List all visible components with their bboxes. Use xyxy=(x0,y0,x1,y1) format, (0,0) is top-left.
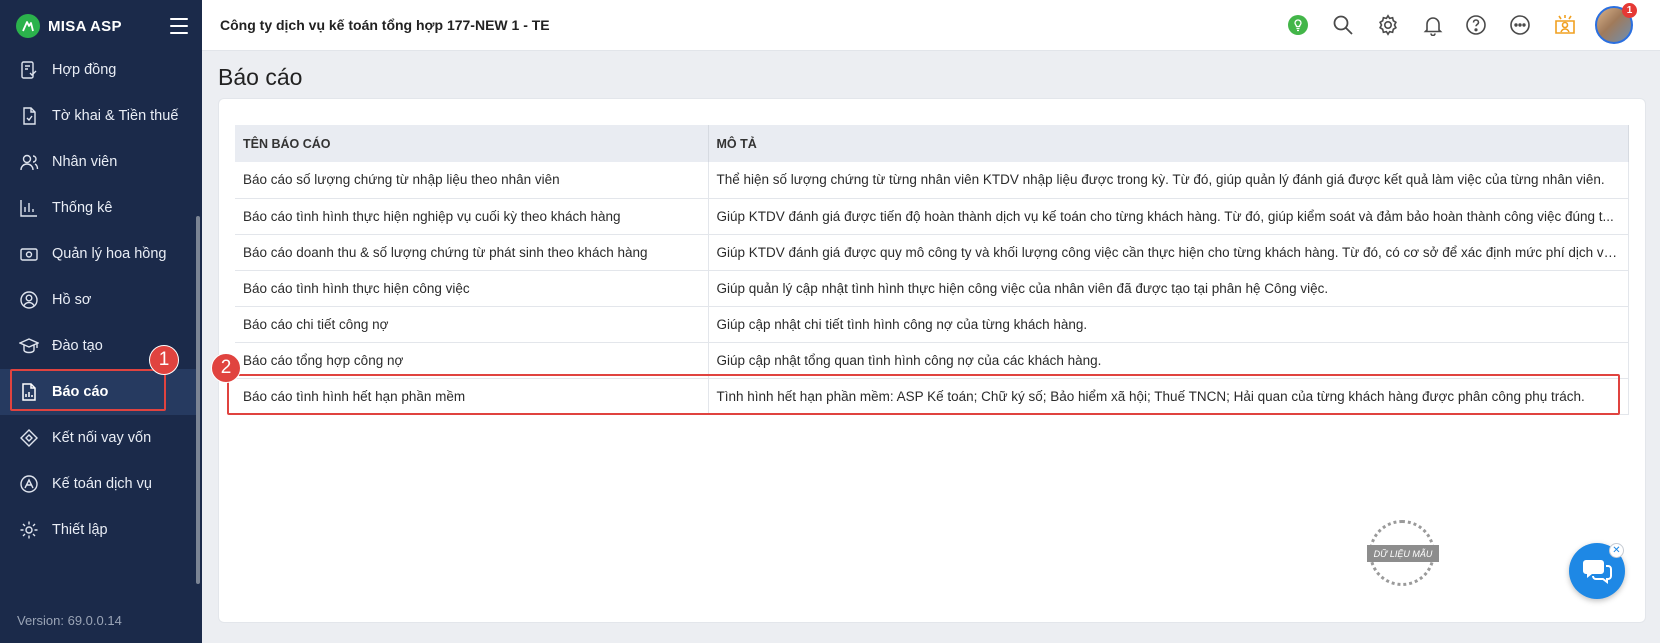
report-description-cell: Giúp cập nhật tổng quan tình hình công n… xyxy=(708,342,1629,379)
table-row[interactable]: Báo cáo tình hình thực hiện công việc Gi… xyxy=(235,270,1629,307)
sidebar-item-nhan-vien[interactable]: Nhân viên xyxy=(0,139,196,185)
sidebar-item-ho-so[interactable]: Hồ sơ xyxy=(0,277,196,323)
sidebar-item-label: Kết nối vay vốn xyxy=(52,430,152,446)
chat-close-icon[interactable]: ✕ xyxy=(1609,543,1624,558)
report-description-cell: Giúp quản lý cập nhật tình hình thực hiệ… xyxy=(708,270,1629,307)
annotation-badge-1: 1 xyxy=(149,345,179,375)
report-name-cell[interactable]: Báo cáo doanh thu & số lượng chứng từ ph… xyxy=(235,234,709,271)
table-row[interactable]: Báo cáo số lượng chứng từ nhập liệu theo… xyxy=(235,162,1629,199)
sidebar-item-label: Kế toán dịch vụ xyxy=(52,476,152,492)
annotation-box-1 xyxy=(10,369,166,411)
annotation-box-2 xyxy=(227,374,1620,415)
employees-icon xyxy=(18,151,40,173)
tax-declaration-icon xyxy=(18,105,40,127)
more-icon[interactable] xyxy=(1508,13,1532,37)
notification-badge: 1 xyxy=(1622,3,1637,18)
page-title: Báo cáo xyxy=(218,64,303,90)
sidebar-item-label: Thiết lập xyxy=(52,522,108,538)
bell-icon[interactable] xyxy=(1421,13,1445,37)
sidebar-item-ket-noi-vay-von[interactable]: Kết nối vay vốn xyxy=(0,415,196,461)
sidebar-item-label: Thống kê xyxy=(52,200,113,216)
sidebar-item-label: Nhân viên xyxy=(52,154,118,170)
misa-logo-icon xyxy=(16,14,40,38)
report-description-cell: Giúp cập nhật chi tiết tình hình công nợ… xyxy=(708,306,1629,343)
sidebar-item-label: Tờ khai & Tiền thuế xyxy=(52,108,179,124)
learning-icon[interactable] xyxy=(1553,13,1577,37)
report-description-cell: Thể hiện số lượng chứng từ từng nhân viê… xyxy=(708,162,1629,199)
sidebar-item-hop-dong[interactable]: Hợp đồng xyxy=(0,47,196,93)
column-header-report-name: TÊN BÁO CÁO xyxy=(235,125,709,162)
sidebar-scrollbar[interactable] xyxy=(196,216,200,584)
menu-toggle-icon[interactable] xyxy=(170,18,188,34)
sidebar-item-hoa-hong[interactable]: Quản lý hoa hồng xyxy=(0,231,196,277)
sidebar-nav: Hợp đồng Tờ khai & Tiền thuế Nhân viên T… xyxy=(0,47,196,553)
sidebar-item-label: Hồ sơ xyxy=(52,292,92,308)
gear-icon[interactable] xyxy=(1376,13,1400,37)
app-version: Version: 69.0.0.14 xyxy=(17,613,122,628)
report-description-cell: Giúp KTDV đánh giá được tiến độ hoàn thà… xyxy=(708,198,1629,235)
report-name-cell[interactable]: Báo cáo chi tiết công nợ xyxy=(235,306,709,343)
company-name[interactable]: Công ty dịch vụ kế toán tổng hợp 177-NEW… xyxy=(220,17,550,33)
brand[interactable]: MISA ASP xyxy=(16,14,122,38)
table-row[interactable]: Báo cáo chi tiết công nợ Giúp cập nhật c… xyxy=(235,306,1629,343)
report-description-cell: Giúp KTDV đánh giá được quy mô công ty v… xyxy=(708,234,1629,271)
report-name-cell[interactable]: Báo cáo số lượng chứng từ nhập liệu theo… xyxy=(235,162,709,199)
table-row[interactable]: Báo cáo tình hình thực hiện nghiệp vụ cu… xyxy=(235,198,1629,235)
sidebar: MISA ASP Hợp đồng Tờ khai & Tiền thuế Nh… xyxy=(0,0,202,643)
sidebar-item-thiet-lap[interactable]: Thiết lập xyxy=(0,507,196,553)
sample-data-watermark: DỮ LIỆU MẪU xyxy=(1367,545,1439,562)
sidebar-item-thong-ke[interactable]: Thống kê xyxy=(0,185,196,231)
brand-name: MISA ASP xyxy=(48,17,122,35)
sidebar-item-label: Đào tạo xyxy=(52,338,103,354)
report-table: TÊN BÁO CÁO MÔ TẢ Báo cáo số lượng chứng… xyxy=(235,125,1629,415)
loan-connect-icon xyxy=(18,427,40,449)
commission-icon xyxy=(18,243,40,265)
accounting-service-icon xyxy=(18,473,40,495)
table-row[interactable]: Báo cáo doanh thu & số lượng chứng từ ph… xyxy=(235,234,1629,271)
help-icon[interactable] xyxy=(1464,13,1488,37)
settings-icon xyxy=(18,519,40,541)
report-name-cell[interactable]: Báo cáo tình hình thực hiện nghiệp vụ cu… xyxy=(235,198,709,235)
annotation-badge-2: 2 xyxy=(211,353,241,383)
table-row[interactable]: Báo cáo tổng hợp công nợ Giúp cập nhật t… xyxy=(235,342,1629,379)
search-icon[interactable] xyxy=(1331,13,1355,37)
top-header: Công ty dịch vụ kế toán tổng hợp 177-NEW… xyxy=(202,0,1660,51)
idea-icon[interactable] xyxy=(1286,13,1310,37)
sidebar-item-to-khai[interactable]: Tờ khai & Tiền thuế xyxy=(0,93,196,139)
report-name-cell[interactable]: Báo cáo tổng hợp công nợ xyxy=(235,342,709,379)
sidebar-item-label: Quản lý hoa hồng xyxy=(52,246,167,262)
table-header-row: TÊN BÁO CÁO MÔ TẢ xyxy=(235,125,1629,162)
sidebar-item-label: Hợp đồng xyxy=(52,62,117,78)
profile-icon xyxy=(18,289,40,311)
statistics-icon xyxy=(18,197,40,219)
chat-icon xyxy=(1583,560,1612,584)
training-icon xyxy=(18,335,40,357)
sidebar-item-ke-toan-dich-vu[interactable]: Kế toán dịch vụ xyxy=(0,461,196,507)
contract-icon xyxy=(18,59,40,81)
report-name-cell[interactable]: Báo cáo tình hình thực hiện công việc xyxy=(235,270,709,307)
column-header-description: MÔ TẢ xyxy=(708,125,1629,162)
